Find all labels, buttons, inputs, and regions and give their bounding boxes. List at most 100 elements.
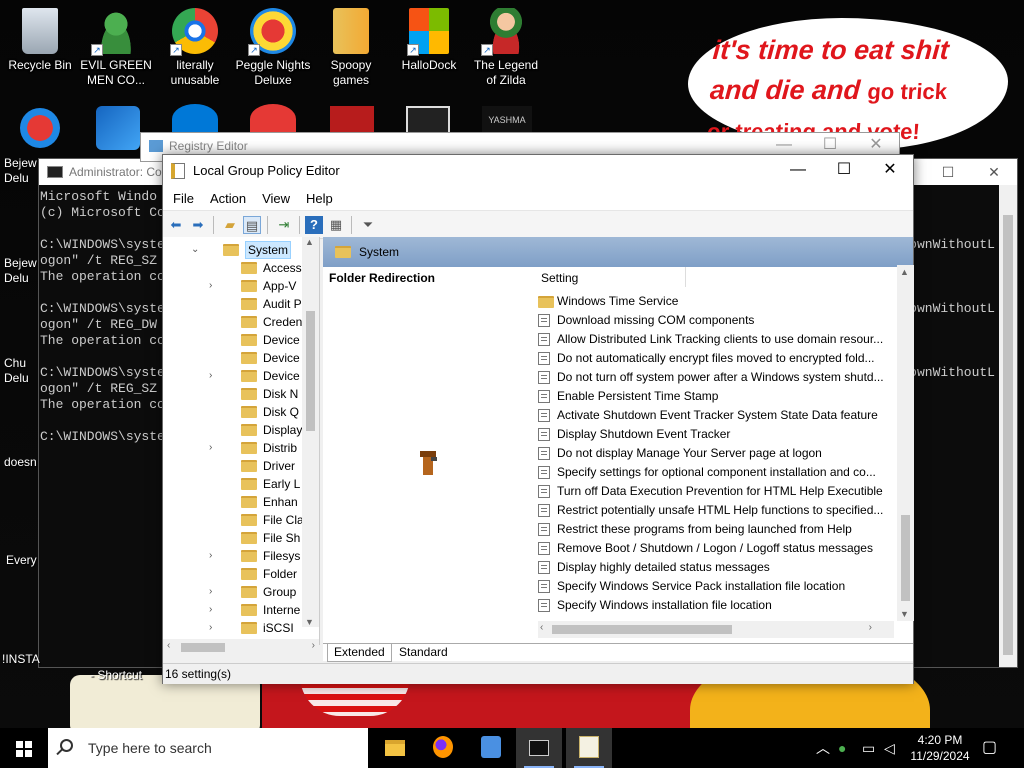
column-header-setting[interactable]: Setting [541,269,578,287]
scrollbar-thumb[interactable] [1003,215,1013,655]
setting-row[interactable]: Do not display Manage Your Server page a… [538,444,898,463]
desktop-icon-recycle-bin[interactable]: Recycle Bin [2,8,78,73]
up-folder-icon[interactable]: ▰ [221,216,239,234]
edge-icon[interactable] [172,104,218,134]
expand-chevron-icon[interactable]: › [209,619,219,637]
scroll-right-arrow-icon[interactable]: › [312,640,315,651]
mpl-icon[interactable] [96,106,140,150]
collapse-chevron-icon[interactable]: ⌄ [191,241,201,259]
scroll-left-arrow-icon[interactable]: ‹ [167,640,170,651]
scrollbar-thumb[interactable] [552,625,732,634]
back-arrow-icon[interactable]: ⬅ [167,216,185,234]
volume-icon[interactable]: ◁ [884,728,895,768]
tree-item[interactable]: › Filesys [163,547,303,565]
group-policy-editor-window[interactable]: Local Group Policy Editor — ☐ ✕ File Acti… [162,154,914,684]
maximize-button[interactable]: ☐ [821,155,867,187]
tree-item[interactable]: Access [163,259,303,277]
setting-row[interactable]: Specify settings for optional component … [538,463,898,482]
menu-action[interactable]: Action [202,187,254,211]
scroll-up-arrow-icon[interactable]: ▲ [305,237,314,247]
tree-pane[interactable]: ⌄ System Access › App-V Audit P Creden Device De… [163,237,320,645]
tree-item[interactable]: Disk Q [163,403,303,421]
expand-chevron-icon[interactable]: › [209,439,219,457]
list-vertical-scrollbar[interactable]: ▲ ▼ [897,265,914,621]
setting-row[interactable]: Do not turn off system power after a Win… [538,368,898,387]
maximize-button[interactable]: ☐ [925,159,971,185]
cmd-scrollbar[interactable] [999,185,1017,667]
setting-row[interactable]: Remove Boot / Shutdown / Logon / Logoff … [538,539,898,558]
scrollbar-thumb[interactable] [901,515,910,601]
close-button[interactable]: ✕ [971,159,1017,185]
tree-item[interactable]: › Distrib [163,439,303,457]
menu-help[interactable]: Help [298,187,341,211]
bejeweled-icon[interactable] [20,108,60,148]
tree-item[interactable]: Display [163,421,303,439]
tree-vertical-scrollbar[interactable]: ▲ ▼ [302,237,319,627]
taskbar-file-explorer[interactable] [372,728,418,768]
monitor-icon[interactable] [406,106,450,134]
desktop-icon-legend-of-zilda[interactable]: ↗ The Legend of Zilda [468,8,544,88]
setting-row[interactable]: Allow Distributed Link Tracking clients … [538,330,898,349]
tree-horizontal-scrollbar[interactable]: ‹ › [163,639,319,656]
expand-chevron-icon[interactable]: › [209,277,219,295]
tree-item[interactable]: Device [163,349,303,367]
setting-row[interactable]: Restrict these programs from being launc… [538,520,898,539]
tab-standard[interactable]: Standard [393,644,454,662]
scrollbar-thumb[interactable] [181,643,225,652]
user-tray-icon[interactable]: ● [838,728,846,768]
setting-row[interactable]: Restrict potentially unsafe HTML Help fu… [538,501,898,520]
scrollbar-thumb[interactable] [306,311,315,431]
start-button[interactable] [0,728,48,768]
gpo-title-bar[interactable]: Local Group Policy Editor — ☐ ✕ [163,155,913,187]
setting-row[interactable]: Enable Persistent Time Stamp [538,387,898,406]
desktop-icon-spoopy-games[interactable]: Spoopy games [313,8,389,88]
tree-item[interactable]: Creden [163,313,303,331]
scroll-left-arrow-icon[interactable]: ‹ [540,622,543,633]
tab-extended[interactable]: Extended [327,644,392,662]
show-hide-tree-icon[interactable]: ▤ [243,216,261,234]
network-icon[interactable]: ▭ [862,728,875,768]
setting-row[interactable]: Activate Shutdown Event Tracker System S… [538,406,898,425]
taskbar-firefox[interactable] [420,728,466,768]
expand-chevron-icon[interactable]: › [209,601,219,619]
tree-item[interactable]: › App-V [163,277,303,295]
help-icon[interactable]: ? [305,216,323,234]
taskbar-search-box[interactable]: Type here to search [48,728,368,768]
tree-item[interactable]: Audit P [163,295,303,313]
taskbar-app[interactable] [468,728,514,768]
scroll-down-arrow-icon[interactable]: ▼ [305,617,314,627]
close-button[interactable]: ✕ [867,155,913,187]
desktop-icon-peggle[interactable]: ↗ Peggle Nights Deluxe [235,8,311,88]
tree-item[interactable]: › Device [163,367,303,385]
expand-chevron-icon[interactable]: › [209,367,219,385]
setting-row[interactable]: Download missing COM components [538,311,898,330]
scroll-down-arrow-icon[interactable]: ▼ [900,609,909,619]
notification-icon[interactable]: ▢ [982,728,997,768]
tree-item[interactable]: Disk N [163,385,303,403]
desktop-icon-chrome[interactable]: ↗ literally unusable [157,8,233,88]
setting-row[interactable]: Windows Time Service [538,292,898,311]
expand-chevron-icon[interactable]: › [209,583,219,601]
desktop-icon-hallodock[interactable]: ↗ HalloDock [391,8,467,73]
tree-item[interactable]: Driver [163,457,303,475]
setting-row[interactable]: Do not automatically encrypt files moved… [538,349,898,368]
show-hidden-icons-chevron[interactable]: ︿ [816,728,830,768]
menu-view[interactable]: View [254,187,298,211]
setting-row[interactable]: Specify Windows Service Pack installatio… [538,577,898,596]
scroll-up-arrow-icon[interactable]: ▲ [900,267,909,277]
tree-item[interactable]: › Interne [163,601,303,619]
tree-item[interactable]: Device [163,331,303,349]
forward-arrow-icon[interactable]: ➡ [189,216,207,234]
setting-row[interactable]: Display highly detailed status messages [538,558,898,577]
minimize-button[interactable]: — [775,155,821,187]
taskbar-notepad[interactable] [566,728,612,768]
tree-item[interactable]: File Sh [163,529,303,547]
taskbar-cmd[interactable] [516,728,562,768]
tree-item[interactable]: › iSCSI [163,619,303,637]
tree-item[interactable]: › Group [163,583,303,601]
filter-icon[interactable]: ⏷ [359,216,377,234]
tree-item[interactable]: File Cla [163,511,304,529]
scroll-right-arrow-icon[interactable]: › [869,622,872,633]
tree-item[interactable]: Early L [163,475,303,493]
clock[interactable]: 4:20 PM 11/29/2024 [905,732,975,764]
